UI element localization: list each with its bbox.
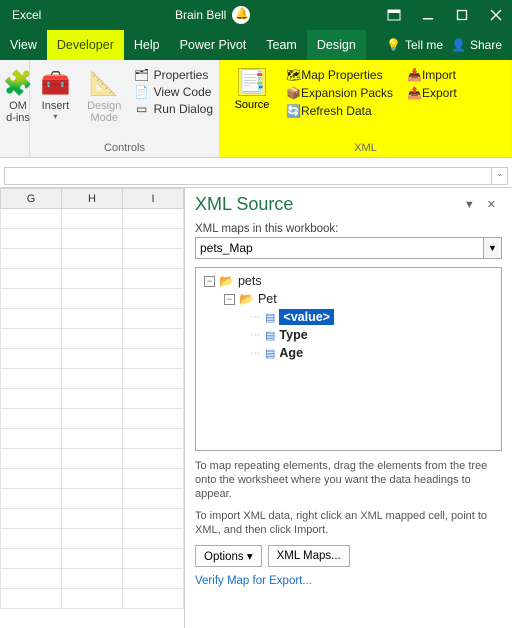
insert-icon: 🧰	[40, 68, 70, 98]
xml-source-button[interactable]: 📑 Source	[226, 64, 278, 111]
tab-design[interactable]: Design	[307, 30, 366, 60]
map-properties-icon: 🗺	[286, 68, 301, 82]
col-header-i[interactable]: I	[123, 189, 184, 209]
insert-control-button[interactable]: 🧰 Insert ▾	[36, 64, 75, 121]
element-icon: ▤	[265, 311, 275, 324]
tab-help[interactable]: Help	[124, 30, 170, 60]
addins-icon: 🧩	[3, 68, 33, 98]
properties-icon: 🗂	[134, 68, 150, 82]
run-dialog-button[interactable]: ▭Run Dialog	[134, 102, 213, 116]
chevron-down-icon: ▾	[53, 112, 57, 121]
tree-root[interactable]: pets	[238, 274, 262, 288]
folder-icon: 📂	[219, 274, 234, 288]
dialog-icon: ▭	[134, 102, 150, 116]
folder-icon: 📂	[239, 292, 254, 306]
collapse-icon[interactable]: −	[224, 294, 235, 305]
hint-map: To map repeating elements, drag the elem…	[195, 459, 502, 501]
formula-input[interactable]: ⌄	[4, 167, 508, 185]
col-header-h[interactable]: H	[62, 189, 123, 209]
notification-bell-icon[interactable]	[232, 6, 250, 24]
options-button[interactable]: Options ▾	[195, 545, 262, 567]
maps-label: XML maps in this workbook:	[195, 223, 502, 235]
xml-source-pane: XML Source ▼ ✕ XML maps in this workbook…	[185, 188, 512, 628]
import-icon: 📥	[407, 68, 422, 82]
xml-maps-button[interactable]: XML Maps...	[268, 545, 350, 567]
expansion-icon: 📦	[286, 86, 301, 100]
expansion-packs-button[interactable]: 📦Expansion Packs	[286, 86, 393, 100]
maximize-button[interactable]	[452, 5, 472, 25]
tab-team[interactable]: Team	[256, 30, 307, 60]
import-button[interactable]: 📥Import	[407, 68, 457, 82]
title-bar: Excel Brain Bell	[0, 0, 512, 30]
tree-node-age[interactable]: Age	[279, 346, 303, 360]
properties-button[interactable]: 🗂Properties	[134, 68, 213, 82]
ribbon: 🧩 OMd-ins 🧰 Insert ▾ 📐 Design Mode 🗂Prop…	[0, 60, 512, 158]
share-icon: 👤	[451, 38, 466, 52]
code-icon: 📄	[134, 85, 150, 99]
controls-group-label: Controls	[36, 141, 213, 155]
tree-node-pet[interactable]: Pet	[258, 292, 277, 306]
element-icon: ▤	[265, 347, 275, 360]
user-name: Brain Bell	[175, 8, 226, 22]
design-mode-button[interactable]: 📐 Design Mode	[85, 64, 124, 124]
verify-map-link[interactable]: Verify Map for Export...	[195, 575, 502, 587]
share-button[interactable]: 👤 Share	[451, 38, 502, 52]
minimize-button[interactable]	[418, 5, 438, 25]
pane-close-icon[interactable]: ✕	[481, 198, 502, 211]
ribbon-tabs: View Developer Help Power Pivot Team Des…	[0, 30, 512, 60]
refresh-icon: 🔄	[286, 104, 301, 118]
tell-me[interactable]: 💡 Tell me	[386, 38, 443, 52]
export-button[interactable]: 📤Export	[407, 86, 457, 100]
tree-node-value[interactable]: <value>	[279, 309, 334, 325]
worksheet-grid[interactable]: G H I	[0, 188, 185, 628]
map-properties-button[interactable]: 🗺Map Properties	[286, 68, 393, 82]
xml-group-label: XML	[226, 141, 505, 155]
formula-expand-icon[interactable]: ⌄	[491, 168, 507, 184]
map-select-dropdown[interactable]: ▼	[484, 237, 502, 259]
view-code-button[interactable]: 📄View Code	[134, 85, 213, 99]
lightbulb-icon: 💡	[386, 38, 401, 52]
source-icon: 📑	[238, 68, 266, 96]
app-name: Excel	[12, 8, 41, 22]
design-mode-icon: 📐	[89, 68, 119, 98]
element-icon: ▤	[265, 329, 275, 342]
hint-import: To import XML data, right click an XML m…	[195, 509, 502, 537]
tab-view[interactable]: View	[0, 30, 47, 60]
pane-title: XML Source	[195, 194, 458, 215]
map-select-input[interactable]	[195, 237, 484, 259]
collapse-icon[interactable]: −	[204, 276, 215, 287]
tab-power-pivot[interactable]: Power Pivot	[170, 30, 257, 60]
refresh-data-button[interactable]: 🔄Refresh Data	[286, 104, 393, 118]
ribbon-display-icon[interactable]	[384, 5, 404, 25]
formula-bar: ⌄	[0, 164, 512, 188]
xml-tree[interactable]: − 📂 pets − 📂 Pet ⋯ ▤ <value> ⋯ ▤ Type ⋯	[195, 267, 502, 451]
com-addins-button[interactable]: 🧩 OMd-ins	[6, 64, 30, 124]
export-icon: 📤	[407, 86, 422, 100]
pane-options-icon[interactable]: ▼	[458, 199, 481, 211]
tab-developer[interactable]: Developer	[47, 30, 124, 60]
tree-node-type[interactable]: Type	[279, 328, 307, 342]
col-header-g[interactable]: G	[1, 189, 62, 209]
close-button[interactable]	[486, 5, 506, 25]
